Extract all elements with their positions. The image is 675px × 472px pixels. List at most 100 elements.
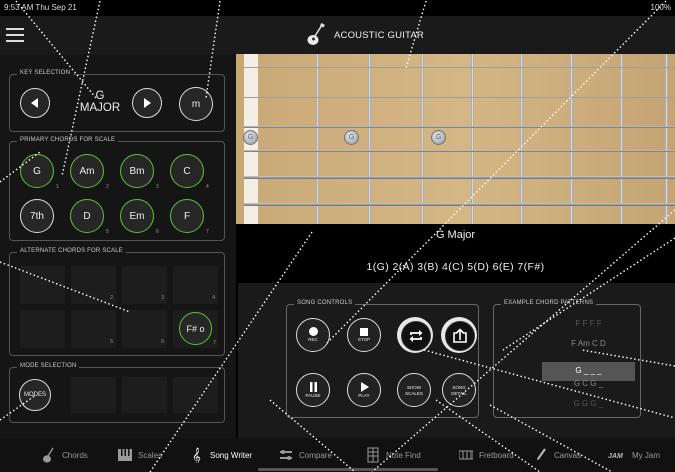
mode-slot[interactable] — [71, 377, 116, 413]
fret-wire — [368, 54, 371, 224]
degree-number: 2 — [110, 295, 113, 301]
degree-number: 5 — [110, 339, 113, 345]
top-bar: ACOUSTIC GUITAR — [0, 16, 675, 54]
mode-slot[interactable] — [173, 377, 218, 413]
guitar-icon — [43, 447, 54, 463]
pattern-row[interactable]: G G G _ — [542, 399, 635, 408]
tab-label: Fretboard — [479, 450, 514, 460]
key-note: G — [95, 90, 105, 102]
alternate-chord-slot[interactable]: 6 — [122, 310, 167, 348]
compare-icon — [280, 450, 292, 460]
fret-wire — [316, 54, 319, 224]
chord-label: Bm — [129, 165, 145, 177]
note-marker[interactable]: G — [431, 130, 446, 145]
tab-note-find[interactable]: Note Find — [366, 446, 421, 464]
minor-toggle-label: m — [191, 98, 201, 110]
next-key-button[interactable] — [132, 88, 162, 118]
tab-canvas[interactable]: Canvas — [534, 446, 581, 464]
app-title: ACOUSTIC GUITAR — [334, 29, 424, 41]
tab-label: Canvas — [554, 450, 582, 460]
tab-scales[interactable]: Scales — [118, 446, 162, 464]
degree-number: 1 — [56, 184, 59, 190]
stop-icon — [360, 327, 368, 336]
chord-button[interactable]: 7th — [20, 199, 54, 233]
guitar-icon — [307, 23, 325, 45]
fret-wire — [570, 54, 573, 224]
key-selection-label: KEY SELECTION — [17, 70, 74, 76]
pattern-row[interactable]: G _ _ _ — [542, 366, 635, 375]
stop-button[interactable]: STOP — [347, 318, 381, 352]
repeat-button[interactable] — [397, 317, 433, 353]
alternate-chord-slot[interactable] — [20, 266, 65, 304]
mode-slot[interactable] — [122, 377, 167, 413]
degree-number: 7 — [206, 229, 209, 235]
chord-label: Am — [79, 165, 95, 177]
key-selection-group: KEY SELECTION G MAJOR m — [9, 70, 225, 132]
example-patterns-group: EXAMPLE CHORD PATTERNS F F F F F Am C D G … — [493, 300, 641, 418]
triangle-left-icon — [31, 98, 38, 108]
chord-button[interactable]: C — [170, 154, 204, 188]
record-label: REC — [308, 337, 318, 342]
mode-selection-label: MODE SELECTION — [17, 363, 80, 369]
tab-song-writer[interactable]: 𝄞 Song Writer — [190, 446, 252, 464]
tab-label: Scales — [138, 450, 163, 460]
chord-button[interactable]: G — [20, 154, 54, 188]
record-icon — [308, 327, 318, 336]
alternate-chord-slot[interactable] — [20, 310, 65, 348]
play-button[interactable]: PLAY — [347, 373, 381, 407]
show-scales-label: SHOW SCALES — [405, 384, 423, 396]
chord-pattern-picker[interactable]: F F F F F Am C D G _ _ _ G C G _ G G G _ — [542, 317, 635, 410]
tab-fretboard[interactable]: Fretboard — [459, 446, 514, 464]
alternate-chord-slot[interactable]: 4 — [173, 266, 218, 304]
pattern-row[interactable]: F F F F — [542, 319, 635, 328]
degree-number: 4 — [212, 295, 215, 301]
chord-button[interactable]: D — [70, 199, 104, 233]
pause-button[interactable]: PAUSE — [296, 373, 330, 407]
status-bar: 9:53 AM Thu Sep 21 100% — [0, 0, 675, 16]
pattern-row[interactable]: F Am C D — [542, 339, 635, 348]
alternate-chord-slot[interactable]: F# o 7 — [173, 310, 218, 348]
pen-icon — [537, 448, 546, 460]
jam-icon: JAM — [608, 453, 623, 460]
chord-button[interactable]: Bm — [120, 154, 154, 188]
song-controls-label: SONG CONTROLS — [294, 300, 356, 306]
song-controls-group: SONG CONTROLS REC STOP PAUSE PLAY SHOW S… — [286, 300, 479, 418]
song-detail-button[interactable]: SONG DETAIL — [442, 373, 476, 407]
degree-number: 3 — [156, 184, 159, 190]
tab-chords[interactable]: Chords — [42, 446, 88, 464]
degree-number: 6 — [161, 339, 164, 345]
alternate-chord-slot[interactable]: 3 — [122, 266, 167, 304]
primary-chords-group: PRIMARY CHORDS FOR SCALE G 1 Am 2 Bm 3 C 4 7th D 5… — [9, 137, 225, 241]
chord-button[interactable]: F — [170, 199, 204, 233]
instrument-title: ACOUSTIC GUITAR — [306, 22, 424, 48]
minor-toggle-button[interactable]: m — [179, 87, 213, 121]
export-icon — [453, 328, 467, 343]
chord-button[interactable]: Am — [70, 154, 104, 188]
pattern-row[interactable]: G C G _ — [542, 379, 635, 388]
svg-text:JAM: JAM — [608, 453, 623, 460]
key-quality: MAJOR — [79, 102, 121, 114]
note-marker[interactable]: G — [344, 130, 359, 145]
modes-button[interactable]: MODES — [19, 379, 51, 411]
tab-compare[interactable]: Compare — [279, 446, 332, 464]
alternate-chord-button[interactable]: F# o — [179, 312, 212, 345]
pause-icon — [309, 381, 317, 392]
previous-key-button[interactable] — [20, 88, 50, 118]
tab-label: Compare — [299, 450, 332, 460]
play-label: PLAY — [358, 392, 370, 398]
alternate-chord-slot[interactable]: 5 — [71, 310, 116, 348]
fretboard-wood: GGGG — [243, 54, 675, 224]
export-button[interactable] — [441, 317, 477, 353]
record-button[interactable]: REC — [296, 318, 330, 352]
scale-degrees: 1(G) 2(A) 3(B) 4(C) 5(D) 6(E) 7(F#) — [366, 261, 545, 273]
tab-my-jam[interactable]: JAM My Jam — [608, 446, 660, 464]
chord-label: C — [183, 165, 191, 177]
chord-button[interactable]: Em — [120, 199, 154, 233]
note-marker[interactable]: G — [243, 130, 258, 145]
menu-icon[interactable] — [6, 28, 24, 42]
degree-number: 7 — [213, 340, 216, 346]
mode-selection-group: MODE SELECTION MODES — [9, 363, 225, 423]
fretboard[interactable]: GGGG — [236, 54, 675, 224]
alternate-chord-slot[interactable]: 2 — [71, 266, 116, 304]
show-scales-button[interactable]: SHOW SCALES — [397, 373, 431, 407]
